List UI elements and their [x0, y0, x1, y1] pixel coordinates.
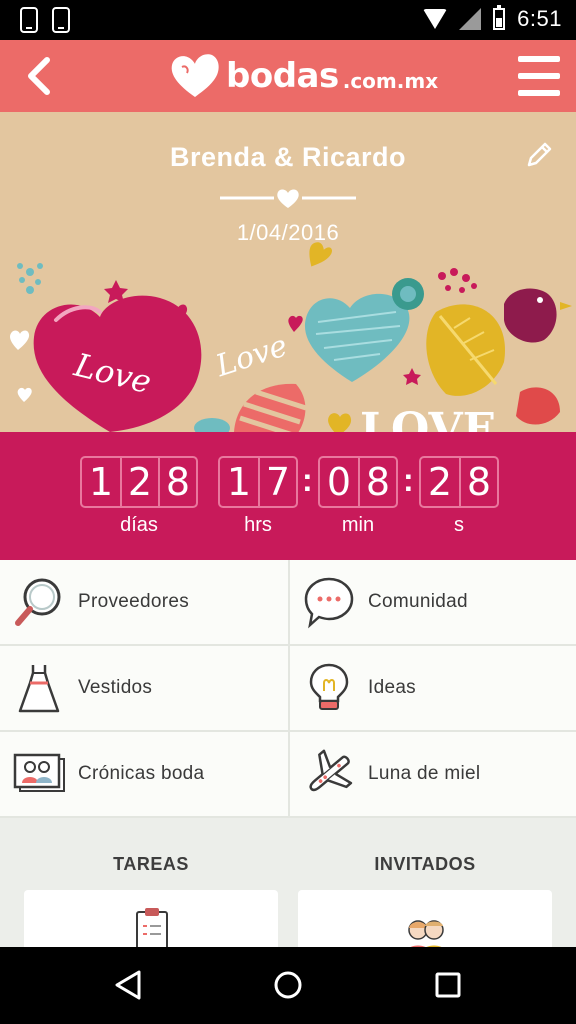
digit: 1	[226, 460, 252, 504]
airplane-icon	[302, 747, 356, 801]
menu-item-comunidad[interactable]: Comunidad	[288, 560, 576, 646]
days-counter: 1 2 8	[80, 456, 198, 508]
menu-item-luna-de-miel[interactable]: Luna de miel	[288, 732, 576, 818]
guests-title: INVITADOS	[374, 854, 476, 874]
menu-item-cronicas-boda[interactable]: Crónicas boda	[0, 732, 288, 818]
system-nav-bar	[0, 947, 576, 1024]
menu-item-label: Proveedores	[78, 591, 190, 612]
love-illustration: Love Love LOVE	[10, 242, 572, 432]
wifi-icon	[423, 9, 448, 29]
guests-card[interactable]	[298, 890, 552, 947]
signal-icon	[459, 8, 482, 30]
digit: 8	[459, 458, 497, 506]
seconds-counter: 2 8	[419, 456, 499, 508]
status-bar: 6:51	[0, 0, 576, 40]
bodas-logo[interactable]: bodas .com.mx	[168, 50, 438, 102]
nav-recents-icon[interactable]	[426, 965, 470, 1005]
heart-logo-icon	[171, 54, 219, 97]
minutes-counter: 0 8	[318, 456, 398, 508]
nav-home-icon[interactable]	[266, 965, 310, 1005]
menu-item-label: Luna de miel	[368, 763, 481, 784]
lightbulb-icon	[302, 661, 356, 715]
seconds-label: s	[454, 514, 464, 536]
battery-icon	[493, 5, 506, 30]
digit: 2	[427, 460, 453, 504]
digit: 8	[358, 458, 396, 506]
phone-icon	[20, 7, 38, 33]
love-text: LOVE	[360, 404, 496, 432]
digit: 1	[88, 460, 114, 504]
dashboard-cards: TAREAS INVITADOS	[0, 818, 576, 947]
digit: 0	[326, 460, 352, 504]
hours-counter: 1 7	[218, 456, 298, 508]
menu-item-label: Ideas	[368, 677, 416, 698]
menu-item-label: Vestidos	[78, 677, 153, 698]
app-header: bodas .com.mx	[0, 40, 576, 112]
days-label: días	[120, 514, 158, 536]
digit: 8	[158, 458, 196, 506]
minutes-label: min	[341, 514, 375, 536]
clipboard-icon	[136, 908, 168, 947]
tasks-title: TAREAS	[113, 854, 189, 874]
menu-item-vestidos[interactable]: Vestidos	[0, 646, 288, 732]
brand-name: bodas	[226, 56, 339, 96]
heart-divider	[220, 189, 356, 208]
brand-suffix: .com.mx	[342, 69, 439, 93]
countdown-panel: 1 2 8 días 1 7 hrs : 0 8 min : 2 8 s	[0, 432, 576, 560]
chat-bubble-icon	[302, 575, 356, 629]
pencil-edit-icon[interactable]	[524, 140, 554, 170]
hero-banner: Brenda & Ricardo 1/04/2016 Love Love LOV…	[0, 112, 576, 432]
magnifier-icon	[12, 575, 66, 629]
clock: 6:51	[517, 6, 562, 31]
back-arrow-icon[interactable]	[14, 50, 64, 102]
menu-item-label: Crónicas boda	[78, 763, 205, 784]
menu-item-ideas[interactable]: Ideas	[288, 646, 576, 732]
colon-separator: :	[302, 462, 313, 498]
nav-back-icon[interactable]	[106, 965, 150, 1005]
digit: 7	[258, 458, 296, 506]
phone-icon	[52, 7, 70, 33]
colon-separator: :	[403, 462, 414, 498]
guests-icon	[408, 920, 444, 947]
menu-item-proveedores[interactable]: Proveedores	[0, 560, 288, 646]
love-text: Love	[211, 328, 292, 384]
hamburger-menu-icon[interactable]	[518, 54, 560, 98]
couple-names: Brenda & Ricardo	[169, 142, 407, 172]
feature-grid: Proveedores Comunidad Vestidos Ideas Cró…	[0, 560, 576, 818]
photos-icon	[12, 747, 66, 801]
digit: 2	[120, 458, 158, 506]
dress-icon	[12, 661, 66, 715]
tasks-card[interactable]	[24, 890, 278, 947]
hours-label: hrs	[244, 514, 272, 536]
menu-item-label: Comunidad	[368, 591, 468, 612]
